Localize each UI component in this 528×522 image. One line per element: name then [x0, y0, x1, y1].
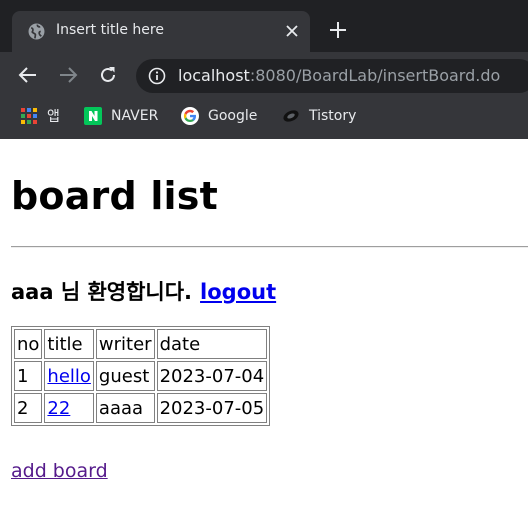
- browser-chrome: Insert title here localhost:8080/BoardLa…: [0, 0, 528, 139]
- row-no: 2: [14, 393, 43, 423]
- bookmark-label: 앱: [47, 109, 60, 125]
- table-row: 2 22 aaaa 2023-07-05: [14, 393, 268, 423]
- tab-title: Insert title here: [56, 22, 164, 38]
- column-header-writer: writer: [95, 329, 155, 359]
- reload-icon[interactable]: [98, 65, 118, 85]
- info-icon[interactable]: [148, 67, 166, 85]
- page-content: board list aaa 님 환영합니다. logout no title w…: [0, 139, 528, 522]
- row-date: 2023-07-04: [156, 361, 268, 391]
- tistory-icon: [283, 110, 299, 122]
- row-title-cell: hello: [44, 361, 94, 391]
- bookmark-apps[interactable]: 앱: [20, 105, 60, 127]
- bookmark-label: Tistory: [309, 108, 357, 124]
- welcome-text: aaa 님 환영합니다.: [11, 280, 193, 304]
- row-date: 2023-07-05: [156, 393, 268, 423]
- divider: [11, 246, 528, 248]
- bookmark-google[interactable]: Google: [181, 105, 257, 127]
- bookmark-tistory[interactable]: Tistory: [282, 105, 356, 127]
- table-row: 1 hello guest 2023-07-04: [14, 361, 268, 391]
- page-title: board list: [11, 174, 218, 218]
- table-header-row: no title writer date: [14, 329, 268, 359]
- globe-icon: [28, 23, 45, 40]
- column-header-no: no: [14, 329, 43, 359]
- tab-strip: Insert title here: [0, 0, 528, 52]
- welcome-message: aaa 님 환영합니다. logout: [11, 276, 276, 306]
- naver-icon: [84, 107, 102, 125]
- row-writer: guest: [95, 361, 155, 391]
- board-table: no title writer date 1 hello guest 2023-…: [11, 326, 271, 426]
- browser-tab[interactable]: Insert title here: [12, 11, 310, 52]
- new-tab-icon[interactable]: [328, 20, 348, 40]
- forward-arrow-icon[interactable]: [58, 65, 78, 85]
- url-text[interactable]: localhost:8080/BoardLab/insertBoard.do: [178, 66, 500, 85]
- address-bar[interactable]: localhost:8080/BoardLab/insertBoard.do: [136, 59, 528, 93]
- row-title-link[interactable]: hello: [47, 366, 91, 387]
- url-path: :8080/BoardLab/insertBoard.do: [249, 66, 501, 85]
- add-board-link[interactable]: add board: [11, 460, 108, 482]
- bookmark-label: Google: [208, 108, 258, 124]
- logout-link[interactable]: logout: [200, 280, 276, 304]
- row-title-link[interactable]: 22: [47, 398, 70, 419]
- column-header-title: title: [44, 329, 94, 359]
- row-title-cell: 22: [44, 393, 94, 423]
- bookmarks-bar: 앱 NAVER Google Tistory: [0, 98, 528, 136]
- column-header-date: date: [156, 329, 268, 359]
- apps-grid-icon: [21, 108, 37, 124]
- bookmark-label: NAVER: [111, 108, 159, 124]
- google-icon: [181, 107, 199, 125]
- url-host: localhost: [178, 66, 250, 85]
- row-no: 1: [14, 361, 43, 391]
- bookmark-naver[interactable]: NAVER: [84, 105, 158, 127]
- row-writer: aaaa: [95, 393, 155, 423]
- back-arrow-icon[interactable]: [18, 65, 38, 85]
- close-icon[interactable]: [284, 23, 300, 39]
